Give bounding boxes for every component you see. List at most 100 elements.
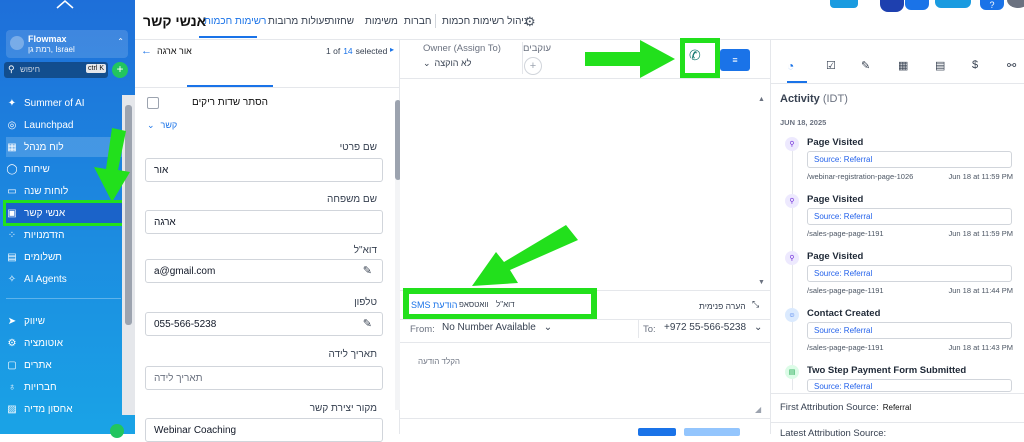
phone-input[interactable]: 055-566-5238 ✎ [145,312,383,336]
section-header[interactable]: ⌄ קשר [147,120,177,131]
sidebar-item-opportunities[interactable]: ⁘ הזדמנויות [6,225,131,245]
owner-select[interactable]: ⌄ לא הוקצה [423,58,471,69]
chevron-down-icon: ⌄ [754,322,763,333]
tab-email[interactable]: דוא"ל [496,300,515,309]
activity-time: Jun 18 at 11:59 PM [948,229,1014,238]
tab-manage-smart-lists[interactable]: ניהול רשימות חכמות [442,16,528,27]
calendar-icon[interactable]: ▦ [898,59,908,72]
connections-icon[interactable]: ⚯ [1007,59,1016,72]
collapse-toggle[interactable] [110,424,124,438]
sidebar-item-payments[interactable]: ▤ תשלומים [6,247,131,267]
phone-call-icon[interactable]: ✆ [689,47,701,64]
message-placeholder[interactable]: הקלד הודעה [418,357,460,366]
add-button[interactable]: + [112,62,128,78]
email-input[interactable]: a@gmail.com ✎ [145,259,383,283]
first-attribution-label: First Attribution Source: [780,402,879,413]
tab-smart-lists[interactable]: רשימות חכמות [204,16,266,27]
shortcut-badge: ctrl K [86,64,106,73]
hide-empty-label: הסתר שדות ריקים [192,97,268,108]
calendar-icon: ▭ [7,185,17,197]
sidebar-item-calendars[interactable]: ▭ לוחות שנה [6,181,131,201]
to-label: To: [643,324,656,335]
next-icon[interactable]: ▸ [390,45,394,54]
expand-icon[interactable]: ⤡ [752,299,759,310]
tab-whatsapp[interactable]: וואטסאפ [459,300,489,309]
first-name-input[interactable]: אור [145,158,383,182]
conversation-panel: Owner (Assign To) ⌄ לא הוקצה עוקבים + ≡ … [400,40,770,436]
sidebar-item-media[interactable]: ▨ אחסון מדיה [6,399,131,419]
dollar-icon[interactable]: $ [972,59,978,71]
active-tab-underline [199,36,257,38]
scroll-down-icon[interactable]: ▼ [758,279,765,286]
birthday-label: תאריך לידה [328,349,377,360]
activity-item: Two Step Payment Form Submitted Source: … [807,365,1013,392]
media-icon: ▨ [7,403,17,415]
toolbar-button-1[interactable] [830,0,858,8]
from-select[interactable]: No Number Available ⌄ [442,322,552,333]
scrollbar-thumb[interactable] [125,105,132,325]
activity-page[interactable]: /sales-page-page-1191 [807,229,884,238]
email-value: a@gmail.com [154,265,216,277]
sidebar-item-contacts[interactable]: ▣ אנשי קשר [3,200,134,226]
activity-item: Contact Created Source: Referral /sales-… [807,308,1013,352]
last-name-input[interactable]: ארגה [145,210,383,234]
activity-item: Page Visited Source: Referral /sales-pag… [807,194,1013,238]
phone-icon[interactable] [935,0,971,8]
pager-total: 14 [343,46,353,56]
back-arrow-icon[interactable]: ← [141,45,152,57]
tab-bulk-actions[interactable]: פעולות מרובות [268,16,330,27]
hide-empty-checkbox[interactable] [147,97,159,109]
tab-restore[interactable]: שחזור [329,16,354,27]
tab-companies[interactable]: חברות [404,16,431,27]
form-submitted-icon: ▤ [785,365,799,379]
edit-pencil-icon[interactable]: ✎ [363,317,372,330]
activity-page[interactable]: /sales-page-page-1191 [807,286,884,295]
opportunities-icon: ⁘ [7,229,17,241]
birthday-input[interactable]: תאריך לידה [145,366,383,390]
to-select[interactable]: +972 55-566-5238 ⌄ [664,322,762,333]
notes-pencil-icon[interactable]: ✎ [861,59,870,72]
sidebar-item-launchpad[interactable]: ◎ Launchpad [6,115,131,135]
location-switcher[interactable]: Flowmax רמת גן, Israel ⌃ [6,30,128,58]
document-icon[interactable]: ▤ [935,59,945,72]
resize-handle[interactable]: ◢ [755,405,761,414]
secondary-button[interactable] [684,428,740,436]
scroll-up-icon[interactable]: ▲ [758,96,765,103]
filter-icon[interactable]: ≡ [720,49,750,71]
gear-icon[interactable]: ⚙ [524,14,536,30]
sidebar-scrollbar[interactable] [122,95,135,415]
compose-tabs-divider [400,319,770,320]
contact-created-icon: ☺ [785,308,799,322]
top-bar: אנשי קשר רשימות חכמות פעולות מרובות שחזו… [135,0,1024,40]
activity-item: Page Visited Source: Referral /sales-pag… [807,251,1013,295]
email-label: דוא"ל [353,245,377,256]
sidebar-item-conversations[interactable]: ◯ שיחות [6,159,131,179]
sidebar-item-ai-agents[interactable]: ✧ AI Agents [6,269,131,289]
sidebar-item-memberships[interactable]: ♁ חברויות [6,377,131,397]
first-attribution-value: Referral [882,403,912,412]
from-value: No Number Available [442,322,536,333]
send-button[interactable] [638,428,676,436]
app-icon[interactable] [880,0,904,12]
source-input[interactable]: Webinar Coaching [145,418,383,442]
user-avatar[interactable] [1007,0,1024,8]
sidebar-item-dashboard[interactable]: ▦ לוח מנהל [6,137,131,157]
help-icon[interactable]: ? [980,0,1004,10]
sidebar-item-marketing[interactable]: ➤ שיווק [6,311,131,331]
tab-sms[interactable]: SMS הודעת [411,300,458,310]
megaphone-icon[interactable] [905,0,929,10]
tasks-check-icon[interactable]: ☑ [826,59,836,72]
tab-tasks[interactable]: משימות [365,16,398,27]
activity-page[interactable]: /sales-page-page-1191 [807,343,884,352]
edit-pencil-icon[interactable]: ✎ [363,264,372,277]
activity-clock-icon[interactable]: ◔ [787,59,794,73]
activity-page[interactable]: /webinar-registration-page-1026 [807,172,913,181]
sidebar-item-sites[interactable]: ▢ אתרים [6,355,131,375]
header-bottom-divider [400,78,770,79]
tab-internal-note[interactable]: הערה פנימית [699,301,746,311]
search-input[interactable]: ⚲ חיפוש ctrl K [4,62,108,78]
logo [54,0,76,10]
add-follower-button[interactable]: + [524,57,542,75]
sidebar-item-summer[interactable]: ✦ Summer of AI [6,93,131,113]
sidebar-item-automation[interactable]: ⚙ אוטומציה [6,333,131,353]
